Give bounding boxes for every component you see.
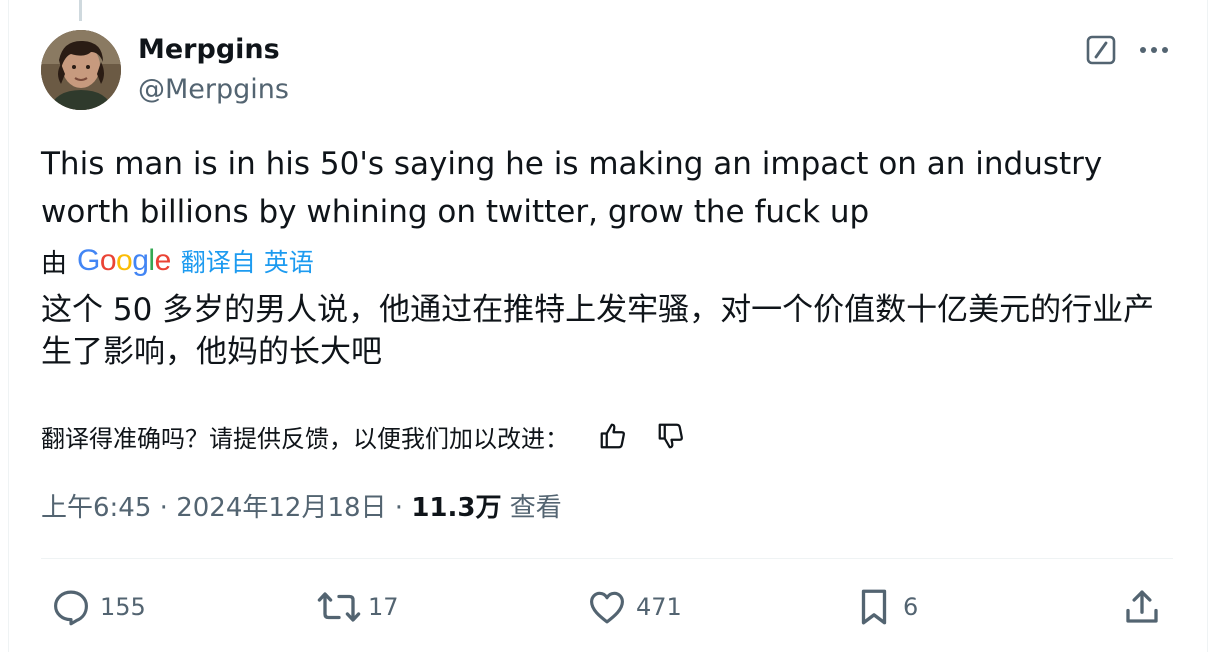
translation-prefix: 由 (41, 248, 68, 279)
repost-button[interactable]: 17 (316, 586, 399, 628)
grok-icon (1086, 35, 1116, 65)
more-button[interactable] (1134, 32, 1174, 68)
bookmark-button[interactable]: 6 (855, 586, 918, 628)
author-display-name[interactable]: Merpgins (138, 33, 280, 67)
views-label: 查看 (509, 493, 562, 523)
avatar[interactable] (41, 30, 121, 110)
like-count: 471 (636, 593, 682, 621)
translation-feedback: 翻译得准确吗？请提供反馈，以便我们加以改进： (41, 418, 689, 454)
feedback-prompt: 翻译得准确吗？请提供反馈，以便我们加以改进： (41, 424, 569, 453)
views-count: 11.3万 (411, 493, 502, 523)
translated-from-link[interactable]: 翻译自 英语 (181, 243, 314, 279)
google-logo: Google (77, 244, 171, 277)
share-icon (1126, 590, 1158, 623)
repost-count: 17 (368, 593, 399, 621)
thumbs-up-icon (600, 423, 625, 449)
divider (41, 558, 1173, 559)
share-button[interactable] (1121, 586, 1163, 628)
reply-icon (54, 590, 88, 626)
bookmark-icon (861, 589, 887, 625)
thumbs-down-icon (658, 423, 683, 449)
reply-count: 155 (100, 593, 146, 621)
thumbs-up-button[interactable] (595, 418, 631, 454)
repost-icon (317, 592, 361, 622)
bookmark-count: 6 (903, 593, 919, 621)
translated-text: 这个 50 多岁的男人说，他通过在推特上发牢骚，对一个价值数十亿美元的行业产生了… (41, 292, 1155, 370)
translation-attribution: 由 Google 翻译自 英语 (41, 243, 314, 279)
more-icon (1140, 47, 1168, 53)
tweet-meta: 上午6:45 · 2024年12月18日 · 11.3万 查看 (41, 488, 562, 528)
reply-button[interactable]: 155 (50, 586, 146, 628)
thread-connector-line (79, 0, 82, 21)
meta-separator: · (159, 493, 168, 523)
meta-separator: · (394, 493, 404, 523)
like-icon (590, 591, 624, 624)
author-handle[interactable]: @Merpgins (138, 73, 289, 107)
grok-button[interactable] (1083, 32, 1119, 68)
tweet-time[interactable]: 上午6:45 (41, 493, 151, 523)
thumbs-down-button[interactable] (653, 418, 689, 454)
tweet-date[interactable]: 2024年12月18日 (176, 493, 386, 523)
avatar-image (41, 30, 121, 110)
tweet-text: This man is in his 50's saying he is mak… (41, 146, 1103, 230)
like-button[interactable]: 471 (586, 586, 682, 628)
